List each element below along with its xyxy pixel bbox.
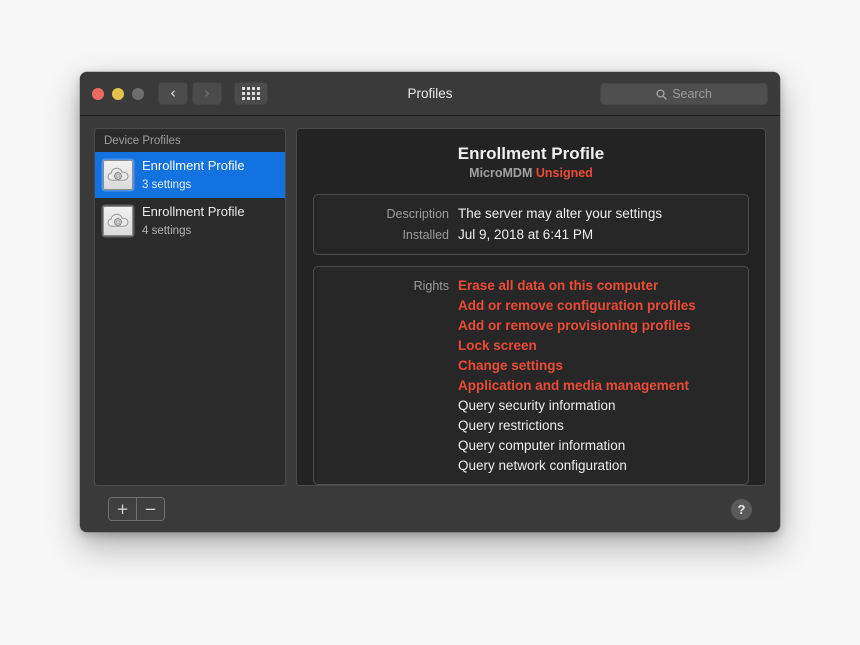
- info-row-installed: Installed Jul 9, 2018 at 6:41 PM: [326, 225, 736, 245]
- rights-item: Change settings: [458, 358, 564, 373]
- sidebar-item-subtitle: 3 settings: [142, 179, 192, 191]
- search-field[interactable]: Search: [600, 83, 768, 105]
- desktop-background: ‹ › Profiles Search Device Profiles Enro…: [0, 0, 860, 645]
- chevron-left-icon: ‹: [170, 84, 176, 102]
- sidebar-item-text: Enrollment Profile 4 settings: [142, 203, 245, 239]
- grid-icon: [242, 87, 260, 100]
- window-body: Device Profiles Enrollment Profile 3 set…: [80, 116, 780, 532]
- info-label: Description: [386, 207, 449, 221]
- navigation-button-group: ‹ ›: [158, 82, 222, 105]
- close-button[interactable]: [92, 87, 104, 100]
- profile-detail-pane: Enrollment Profile MicroMDM Unsigned Des…: [296, 128, 766, 486]
- sidebar-item-subtitle: 4 settings: [142, 225, 192, 237]
- profile-icon: [103, 160, 133, 190]
- search-icon: [656, 88, 667, 100]
- sidebar-item-label: Enrollment Profile: [142, 204, 245, 219]
- device-profiles-sidebar[interactable]: Device Profiles Enrollment Profile 3 set…: [94, 128, 286, 486]
- profiles-preferences-window: ‹ › Profiles Search Device Profiles Enro…: [80, 72, 780, 532]
- panes-container: Device Profiles Enrollment Profile 3 set…: [94, 128, 766, 486]
- rights-item: Query restrictions: [458, 418, 564, 433]
- sidebar-item-enrollment-profile-2[interactable]: Enrollment Profile 4 settings: [95, 198, 285, 244]
- rights-item: Query computer information: [458, 438, 626, 453]
- rights-item: Add or remove provisioning profiles: [458, 318, 691, 333]
- rights-item: Lock screen: [458, 338, 537, 353]
- back-button[interactable]: ‹: [158, 82, 188, 105]
- rights-item: Add or remove configuration profiles: [458, 298, 696, 313]
- rights-list: Erase all data on this computer Add or r…: [458, 276, 736, 476]
- forward-button[interactable]: ›: [192, 82, 222, 105]
- rights-body: Rights Erase all data on this computer A…: [326, 276, 736, 476]
- info-label: Installed: [402, 228, 449, 242]
- profile-icon: [103, 206, 133, 236]
- rights-item: Erase all data on this computer: [458, 278, 659, 293]
- add-remove-segmented-control: + −: [108, 497, 165, 521]
- search-placeholder: Search: [672, 87, 712, 101]
- rights-item: Application and media management: [458, 378, 690, 393]
- window-footer: + − ?: [94, 486, 766, 532]
- sidebar-item-enrollment-profile-1[interactable]: Enrollment Profile 3 settings: [95, 152, 285, 198]
- sidebar-item-label: Enrollment Profile: [142, 158, 245, 173]
- profile-vendor: MicroMDM: [469, 166, 533, 180]
- zoom-button[interactable]: [132, 87, 144, 100]
- sidebar-header: Device Profiles: [104, 135, 181, 147]
- remove-profile-button[interactable]: −: [136, 498, 164, 520]
- show-all-preferences-button[interactable]: [234, 82, 268, 105]
- info-row-description: Description The server may alter your se…: [326, 204, 736, 224]
- profile-rights-box[interactable]: Rights Erase all data on this computer A…: [313, 266, 749, 485]
- profile-title: Enrollment Profile: [457, 144, 605, 163]
- sidebar-item-text: Enrollment Profile 3 settings: [142, 157, 245, 193]
- rights-item: Query network configuration: [458, 458, 627, 473]
- profile-signature-status: Unsigned: [535, 166, 593, 180]
- info-value: Jul 9, 2018 at 6:41 PM: [458, 227, 594, 242]
- info-value: The server may alter your settings: [458, 206, 663, 221]
- traffic-light-group: [92, 87, 144, 100]
- minimize-button[interactable]: [112, 87, 124, 100]
- help-button[interactable]: ?: [731, 498, 752, 520]
- profile-info-box: Description The server may alter your se…: [313, 194, 749, 255]
- window-titlebar[interactable]: ‹ › Profiles Search: [80, 72, 780, 116]
- add-profile-button[interactable]: +: [109, 498, 136, 520]
- chevron-right-icon: ›: [204, 84, 210, 102]
- profile-subtitle: MicroMDM Unsigned: [313, 165, 749, 182]
- rights-label: Rights: [413, 279, 449, 293]
- rights-item: Query security information: [458, 398, 616, 413]
